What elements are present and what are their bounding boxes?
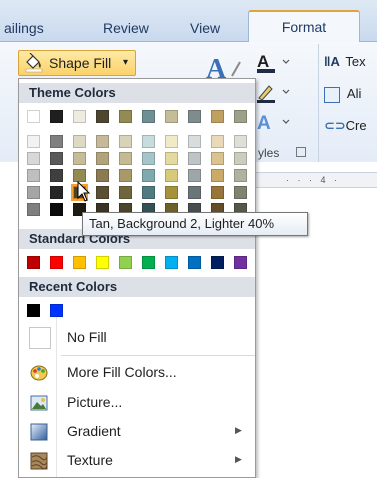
picture-icon — [29, 393, 49, 413]
tab-review[interactable]: Review — [103, 20, 149, 36]
text-outline-icon[interactable] — [255, 80, 295, 104]
gradient-icon — [29, 422, 49, 442]
menu-item-label: No Fill — [67, 329, 107, 345]
ribbon-tab-strip: ailings Review View Format — [0, 0, 377, 42]
menu-item-picture[interactable]: Picture... — [19, 389, 255, 417]
chain-link-icon: ⊂⊃ — [324, 118, 346, 133]
texture-icon — [29, 451, 49, 471]
menu-item-label: Gradient — [67, 423, 121, 439]
text-effects-icon[interactable]: A — [255, 110, 295, 134]
menu-item-gradient[interactable]: Gradient ▶ — [19, 418, 255, 446]
text-fill-icon[interactable]: A — [255, 50, 295, 74]
submenu-arrow-icon: ▶ — [235, 454, 242, 464]
align-text-icon — [324, 86, 340, 103]
menu-item-label: More Fill Colors... — [67, 364, 177, 380]
wordart-styles-group-label: yles — [258, 146, 280, 160]
mouse-pointer-icon — [77, 180, 91, 206]
tab-mailings[interactable]: ailings — [4, 20, 44, 36]
align-text-label: Ali — [346, 86, 362, 101]
menu-divider — [61, 355, 255, 356]
text-direction-button[interactable]: ‖A Tex — [324, 54, 366, 69]
menu-item-label: Texture — [67, 452, 113, 468]
shape-fill-label: Shape Fill — [49, 55, 112, 71]
paint-bucket-icon — [24, 52, 44, 80]
tab-view[interactable]: View — [190, 20, 220, 36]
text-direction-icon: ‖A — [324, 54, 340, 69]
tab-format[interactable]: Format — [248, 10, 360, 42]
menu-item-label: Picture... — [67, 394, 123, 410]
create-link-button[interactable]: ⊂⊃ Cre — [324, 118, 367, 134]
submenu-arrow-icon: ▶ — [235, 425, 242, 435]
align-text-button[interactable]: Ali — [324, 86, 361, 103]
ruler-marks: · · · 4 · — [286, 175, 340, 185]
shape-fill-dropdown: Theme Colors Standard Colors Recent Colo… — [18, 78, 256, 478]
fill-menu-items: No Fill More Fill Colors... Picture... Grad… — [19, 79, 255, 477]
create-link-label: Cre — [345, 118, 367, 133]
palette-icon — [29, 363, 49, 383]
horizontal-ruler[interactable]: · · · 4 · — [256, 172, 377, 188]
dialog-launcher-icon[interactable] — [296, 147, 306, 157]
menu-item-texture[interactable]: Texture ▶ — [19, 447, 255, 475]
shape-fill-button[interactable]: Shape Fill ▾ — [18, 50, 136, 76]
color-tooltip: Tan, Background 2, Lighter 40% — [82, 212, 308, 236]
menu-item-no-fill[interactable]: No Fill — [19, 324, 255, 352]
svg-text:A: A — [257, 52, 269, 71]
menu-item-palette[interactable]: More Fill Colors... — [19, 359, 255, 387]
svg-text:A: A — [257, 113, 271, 134]
text-direction-label: Tex — [345, 54, 366, 69]
chevron-down-icon[interactable]: ▾ — [123, 51, 128, 75]
